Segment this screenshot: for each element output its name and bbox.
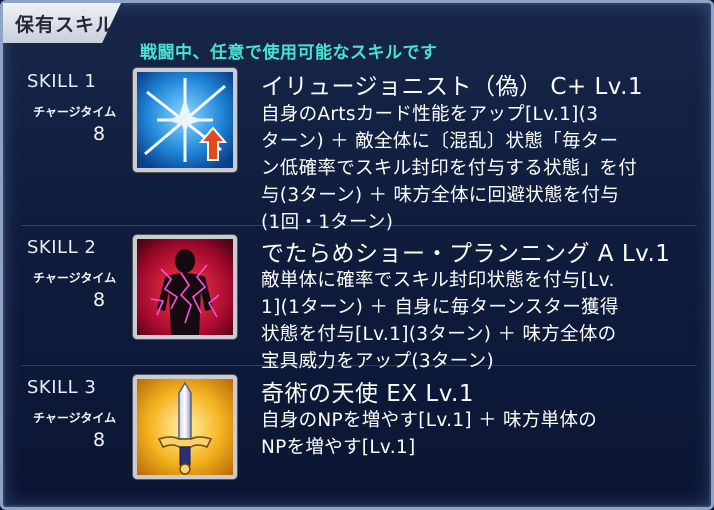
description-line: NPを増やす[Lv.1] [261, 437, 416, 458]
np-charge-sword-icon [137, 379, 233, 475]
skill-icon-frame[interactable] [133, 235, 237, 339]
panel-subtitle: 戦闘中、任意で使用可能なスキルです [140, 43, 438, 63]
description-line: ターン) ＋ 敵全体に〔混乱〕状態「毎ター [261, 131, 619, 152]
skill-panel: 保有スキル 戦闘中、任意で使用可能なスキルです SKILL 1 チャージタイム … [0, 0, 714, 510]
charge-time-value: 8 [93, 289, 106, 311]
skill-label: SKILL 1 [27, 71, 97, 92]
skill-icon-frame[interactable] [133, 375, 237, 479]
skill-name: でたらめショー・プランニング A Lv.1 [261, 241, 671, 267]
skill-description: 自身のNPを増やす[Lv.1] ＋ 味方単体の NPを増やす[Lv.1] [261, 407, 701, 461]
divider [21, 225, 697, 226]
description-line: 状態を付与[Lv.1](3ターン) ＋ 味方全体の [261, 324, 617, 345]
description-line: 与(3ターン) ＋ 味方全体に回避状態を付与 [261, 185, 620, 206]
skill-description: 自身のArtsカード性能をアップ[Lv.1](3 ターン) ＋ 敵全体に〔混乱〕… [261, 101, 701, 236]
charge-time-value: 8 [93, 429, 106, 451]
skill-description: 敵単体に確率でスキル封印状態を付与[Lv. 1](1ターン) ＋ 自身に毎ターン… [261, 267, 701, 375]
skill-label: SKILL 2 [27, 237, 97, 258]
description-line: 自身のArtsカード性能をアップ[Lv.1](3 [261, 104, 599, 125]
skill-seal-icon [137, 239, 233, 335]
description-line: 敵単体に確率でスキル封印状態を付与[Lv. [261, 270, 615, 291]
charge-time-label: チャージタイム [33, 271, 117, 285]
skill-name: イリュージョニスト（偽） C+ Lv.1 [261, 74, 644, 100]
charge-time-value: 8 [93, 123, 106, 145]
charge-time-label: チャージタイム [33, 411, 117, 425]
description-line: 宝具威力をアップ(3ターン) [261, 351, 494, 372]
arts-buff-icon [137, 72, 233, 168]
tab-label: 保有スキル [15, 14, 116, 36]
description-line: 1](1ターン) ＋ 自身に毎ターンスター獲得 [261, 297, 619, 318]
charge-time-label: チャージタイム [33, 105, 117, 119]
description-line: 自身のNPを増やす[Lv.1] ＋ 味方単体の [261, 410, 598, 431]
description-line: (1回・1ターン) [261, 212, 394, 233]
skills-tab: 保有スキル [3, 3, 121, 43]
skill-icon-frame[interactable] [133, 68, 237, 172]
skill-name: 奇術の天使 EX Lv.1 [261, 381, 474, 407]
description-line: ン低確率でスキル封印を付与する状態」を付 [261, 158, 638, 179]
skill-label: SKILL 3 [27, 377, 97, 398]
divider [21, 365, 697, 366]
